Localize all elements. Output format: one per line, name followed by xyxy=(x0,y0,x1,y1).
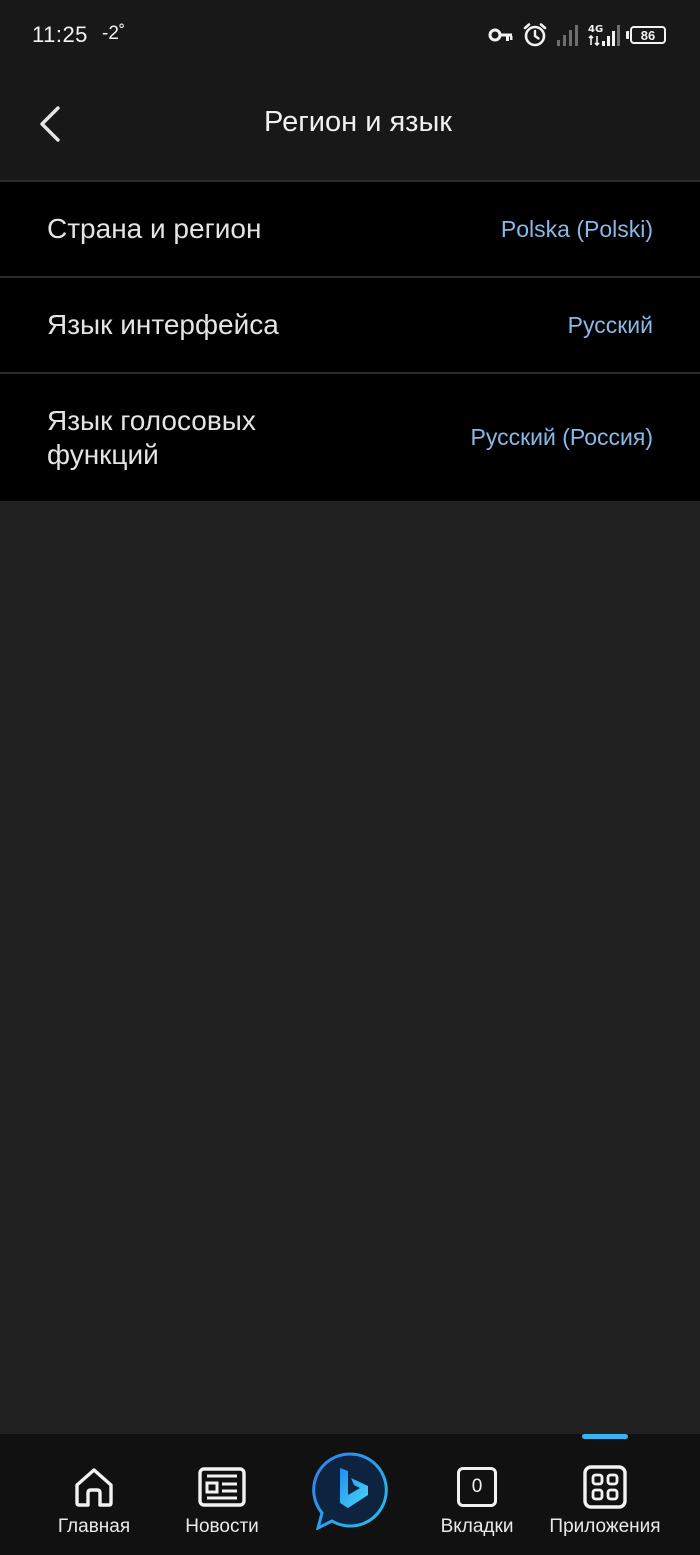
newspaper-icon xyxy=(197,1462,247,1512)
setting-label: Язык голосовых функций xyxy=(47,404,256,470)
home-icon xyxy=(69,1462,119,1512)
battery-tip xyxy=(626,31,629,39)
nav-tabs[interactable]: 0 Вкладки xyxy=(427,1434,527,1555)
setting-interface-language[interactable]: Язык интерфейса Русский xyxy=(0,276,700,372)
apps-grid-icon xyxy=(580,1462,630,1512)
nav-apps-label: Приложения xyxy=(549,1516,661,1537)
nav-home-label: Главная xyxy=(57,1516,131,1537)
nav-news[interactable]: Новости xyxy=(172,1434,272,1555)
battery-icon: 86 xyxy=(626,25,670,45)
tabs-icon: 0 xyxy=(452,1462,502,1512)
bottom-nav: Главная Новости 0 Вкладки Приложения xyxy=(0,1434,700,1555)
setting-value: Polska (Polski) xyxy=(500,215,653,242)
nav-home[interactable]: Главная xyxy=(44,1434,144,1555)
active-tab-indicator xyxy=(582,1434,628,1439)
settings-list: Страна и регион Polska (Polski) Язык инт… xyxy=(0,180,700,501)
signal-icon xyxy=(556,23,580,47)
nav-bing-chat[interactable] xyxy=(304,1434,396,1555)
setting-label: Язык интерфейса xyxy=(47,309,279,340)
page-title: Регион и язык xyxy=(264,106,452,138)
status-bar: 11:25 -2˚ 4G 86 xyxy=(0,0,700,72)
key-icon xyxy=(488,27,514,43)
bing-chat-icon xyxy=(310,1450,390,1531)
status-icons: 4G 86 xyxy=(488,20,670,50)
status-temperature: -2˚ xyxy=(102,23,126,44)
status-time: 11:25 xyxy=(32,22,88,47)
battery-level: 86 xyxy=(630,26,666,44)
network-type-label: 4G xyxy=(588,24,603,35)
nav-apps[interactable]: Приложения xyxy=(540,1434,670,1555)
setting-country-region[interactable]: Страна и регион Polska (Polski) xyxy=(0,180,700,276)
setting-value: Русский xyxy=(567,311,653,338)
nav-news-label: Новости xyxy=(185,1516,259,1537)
setting-value: Русский (Россия) xyxy=(470,424,653,450)
nav-tabs-label: Вкладки xyxy=(440,1516,514,1537)
setting-voice-language[interactable]: Язык голосовых функций Русский (Россия) xyxy=(0,372,700,501)
setting-label: Страна и регион xyxy=(47,213,262,244)
header: Регион и язык xyxy=(0,72,700,180)
tabs-count: 0 xyxy=(457,1467,497,1507)
alarm-icon xyxy=(522,22,548,48)
signal-4g-icon: 4G xyxy=(588,22,622,48)
